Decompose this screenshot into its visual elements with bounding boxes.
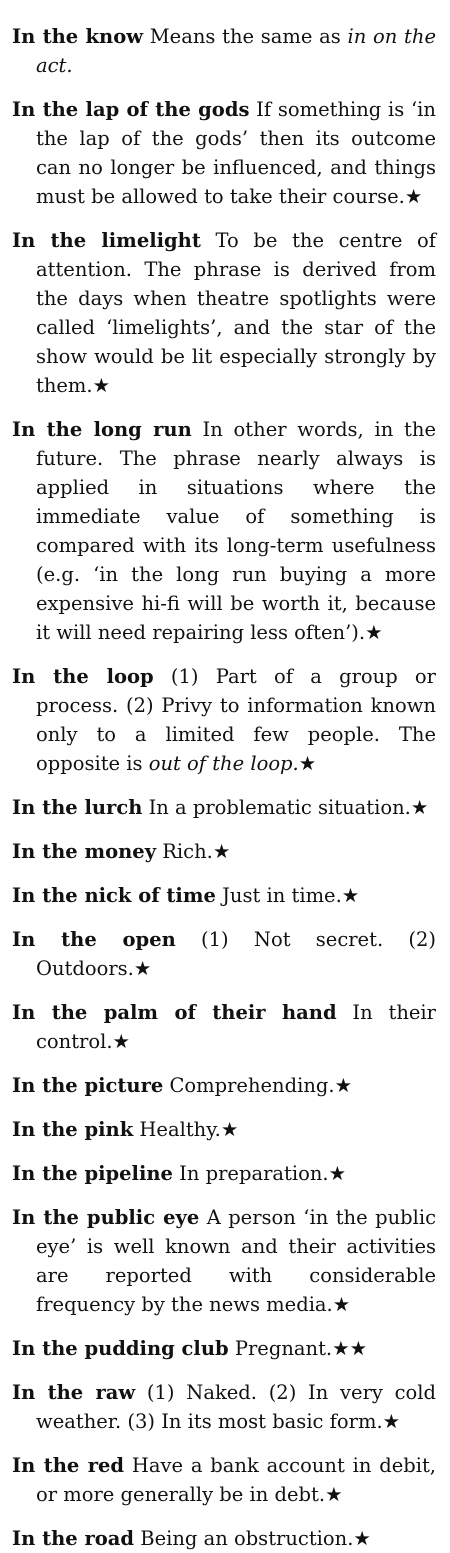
- entry-term: In the red: [12, 1454, 125, 1477]
- entry-definition: Healthy.★: [139, 1118, 239, 1141]
- entry-in-the-lap-of-the-gods: In the lap of the gods If something is ‘…: [12, 95, 436, 211]
- dictionary-page: In the know Means the same as in on the …: [0, 0, 450, 1553]
- entry-in-the-lurch: In the lurch In a problematic situation.…: [12, 793, 436, 822]
- entry-definition: Being an obstruction.★: [140, 1527, 371, 1550]
- entry-definition: To be the centre of attention. The phras…: [36, 229, 436, 397]
- entry-term: In the picture: [12, 1074, 164, 1097]
- entry-term: In the loop: [12, 665, 154, 688]
- entry-in-the-public-eye: In the public eye A person ‘in the publi…: [12, 1203, 436, 1319]
- entry-in-the-red: In the red Have a bank account in debit,…: [12, 1451, 436, 1509]
- entry-term: In the road: [12, 1527, 135, 1550]
- entry-term: In the public eye: [12, 1206, 200, 1229]
- entry-definition: In other words, in the future. The phras…: [36, 418, 436, 644]
- entry-term: In the nick of time: [12, 884, 216, 907]
- entry-definition: Means the same as: [149, 25, 341, 48]
- entry-term: In the money: [12, 840, 157, 863]
- entry-definition: In preparation.★: [179, 1162, 347, 1185]
- entry-term: In the limelight: [12, 229, 201, 252]
- entry-term: In the pink: [12, 1118, 134, 1141]
- entry-in-the-road: In the road Being an obstruction.★: [12, 1524, 436, 1553]
- entry-definition: Rich.★: [162, 840, 231, 863]
- entry-in-the-nick-of-time: In the nick of time Just in time.★: [12, 881, 436, 910]
- entry-term: In the long run: [12, 418, 192, 441]
- entry-in-the-palm-of-their-hand: In the palm of their hand In their contr…: [12, 998, 436, 1056]
- entry-in-the-loop: In the loop (1) Part of a group or proce…: [12, 662, 436, 778]
- entry-definition: Just in time.★: [222, 884, 360, 907]
- entry-rating-mark: ★: [298, 752, 317, 775]
- entry-term: In the open: [12, 928, 176, 951]
- entry-definition: Comprehending.★: [169, 1074, 353, 1097]
- entry-term: In the palm of their hand: [12, 1001, 337, 1024]
- entry-term: In the lurch: [12, 796, 143, 819]
- entry-in-the-long-run: In the long run In other words, in the f…: [12, 415, 436, 647]
- entry-term: In the lap of the gods: [12, 98, 250, 121]
- entry-in-the-money: In the money Rich.★: [12, 837, 436, 866]
- entry-cross-reference: out of the loop.: [148, 752, 299, 775]
- entry-definition: Pregnant.★★: [234, 1337, 368, 1360]
- entry-in-the-pink: In the pink Healthy.★: [12, 1115, 436, 1144]
- entry-definition: In a problematic situation.★: [148, 796, 429, 819]
- entry-term: In the know: [12, 25, 143, 48]
- entry-in-the-pipeline: In the pipeline In preparation.★: [12, 1159, 436, 1188]
- entry-in-the-picture: In the picture Comprehending.★: [12, 1071, 436, 1100]
- entry-in-the-raw: In the raw (1) Naked. (2) In very cold w…: [12, 1378, 436, 1436]
- entry-in-the-open: In the open (1) Not secret. (2) Outdoors…: [12, 925, 436, 983]
- entry-in-the-pudding-club: In the pudding club Pregnant.★★: [12, 1334, 436, 1363]
- entry-term: In the pudding club: [12, 1337, 229, 1360]
- entry-in-the-limelight: In the limelight To be the centre of att…: [12, 226, 436, 400]
- entry-term: In the pipeline: [12, 1162, 173, 1185]
- entry-in-the-know: In the know Means the same as in on the …: [12, 22, 436, 80]
- entry-term: In the raw: [12, 1381, 136, 1404]
